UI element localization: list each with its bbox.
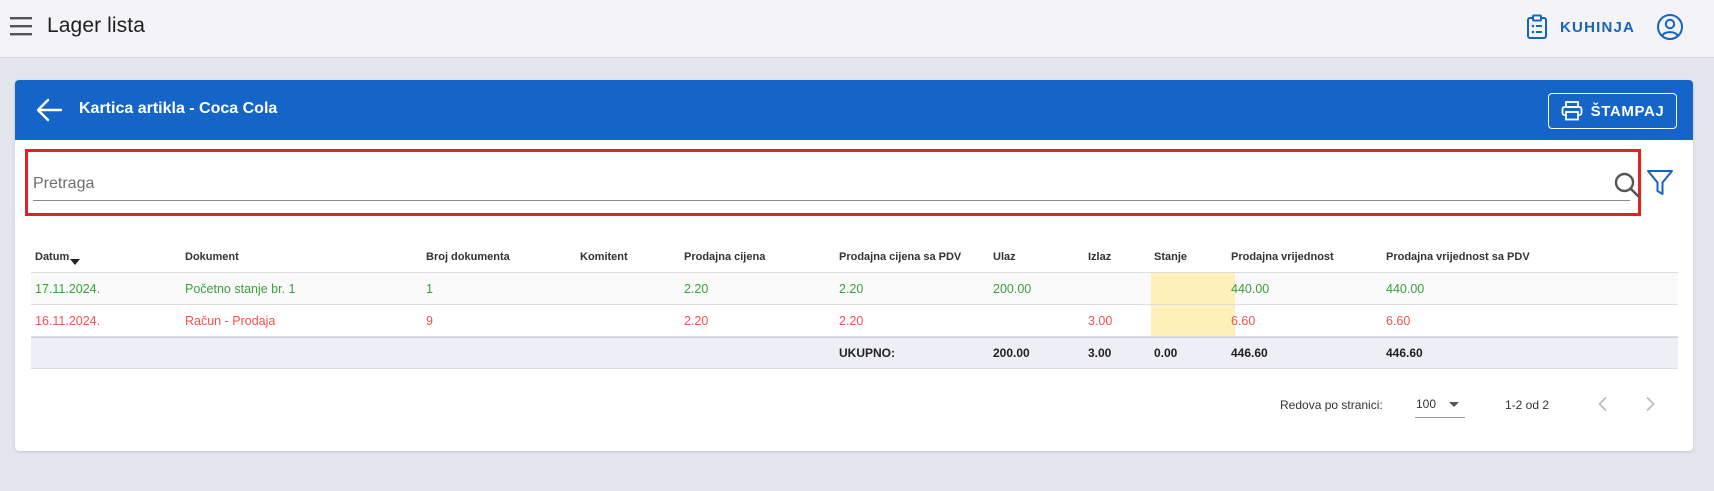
table-header-row: Datum Dokument Broj dokumenta Komitent P… bbox=[31, 241, 1678, 273]
rows-per-page-value: 100 bbox=[1416, 397, 1437, 411]
cell-vrijednost: 440.00 bbox=[1231, 281, 1270, 296]
cell-vrijednost-pdv: 440.00 bbox=[1386, 281, 1425, 296]
printer-icon bbox=[1561, 101, 1583, 121]
page-title: Lager lista bbox=[47, 14, 145, 37]
card-header: Kartica artikla - Coca Cola ŠTAMPAJ bbox=[15, 80, 1693, 140]
cell-broj: 1 bbox=[426, 281, 433, 296]
card-title: Kartica artikla - Coca Cola bbox=[79, 100, 278, 117]
total-izlaz: 3.00 bbox=[1088, 346, 1112, 360]
clipboard-icon bbox=[1527, 14, 1547, 39]
cell-cijena-pdv: 2.20 bbox=[839, 313, 864, 328]
total-stanje: 0.00 bbox=[1154, 346, 1178, 360]
cell-cijena-pdv: 2.20 bbox=[839, 281, 864, 296]
kitchen-button[interactable]: KUHINJA bbox=[1526, 12, 1635, 42]
col-header-prodajna-vrijednost[interactable]: Prodajna vrijednost bbox=[1231, 241, 1334, 272]
chevron-left-icon[interactable] bbox=[1593, 394, 1613, 414]
col-header-komitent[interactable]: Komitent bbox=[580, 241, 628, 272]
col-header-prodajna-vrijednost-pdv[interactable]: Prodajna vrijednost sa PDV bbox=[1386, 241, 1530, 272]
total-ulaz: 200.00 bbox=[993, 346, 1030, 360]
arrow-left-icon[interactable] bbox=[35, 97, 63, 123]
col-header-prodajna-cijena-pdv[interactable]: Prodajna cijena sa PDV bbox=[839, 241, 961, 272]
search-icon[interactable] bbox=[1613, 171, 1641, 199]
col-header-izlaz[interactable]: Izlaz bbox=[1088, 241, 1111, 272]
print-label: ŠTAMPAJ bbox=[1590, 102, 1665, 120]
col-header-broj-dokumenta[interactable]: Broj dokumenta bbox=[426, 241, 510, 272]
stanje-highlight bbox=[1151, 273, 1235, 304]
filter-icon[interactable] bbox=[1646, 168, 1674, 198]
cell-dokument: Račun - Prodaja bbox=[185, 313, 276, 328]
print-button[interactable]: ŠTAMPAJ bbox=[1548, 93, 1677, 129]
app-bar: Lager lista KUHINJA bbox=[0, 0, 1714, 58]
item-ledger-table: Datum Dokument Broj dokumenta Komitent P… bbox=[31, 241, 1678, 369]
cell-dokument: Početno stanje br. 1 bbox=[185, 281, 296, 296]
totals-label: UKUPNO: bbox=[839, 346, 895, 360]
table-row[interactable]: 16.11.2024. Račun - Prodaja 9 2.20 2.20 … bbox=[31, 305, 1678, 337]
chevron-down-icon bbox=[1449, 402, 1459, 407]
stanje-highlight bbox=[1151, 305, 1235, 336]
cell-cijena: 2.20 bbox=[684, 281, 709, 296]
chevron-right-icon[interactable] bbox=[1640, 394, 1660, 414]
col-header-datum[interactable]: Datum bbox=[35, 241, 81, 272]
pagination-range: 1-2 od 2 bbox=[1505, 398, 1550, 412]
sort-desc-icon bbox=[70, 259, 81, 265]
rows-per-page-select[interactable]: 100 bbox=[1415, 388, 1465, 418]
cell-izlaz: 3.00 bbox=[1088, 313, 1113, 328]
menu-icon[interactable] bbox=[10, 15, 34, 37]
cell-vrijednost: 6.60 bbox=[1231, 313, 1256, 328]
table-totals-row: UKUPNO: 200.00 3.00 0.00 446.60 446.60 bbox=[31, 337, 1678, 369]
cell-cijena: 2.20 bbox=[684, 313, 709, 328]
col-header-prodajna-cijena[interactable]: Prodajna cijena bbox=[684, 241, 765, 272]
cell-broj: 9 bbox=[426, 313, 433, 328]
account-circle-icon[interactable] bbox=[1656, 13, 1684, 41]
cell-datum: 16.11.2024. bbox=[35, 313, 101, 328]
search-input[interactable] bbox=[33, 167, 1630, 201]
total-vrijednost-pdv: 446.60 bbox=[1386, 346, 1423, 360]
item-card: Kartica artikla - Coca Cola ŠTAMPAJ Datu… bbox=[15, 80, 1693, 451]
rows-per-page-label: Redova po stranici: bbox=[1280, 398, 1383, 412]
col-header-stanje[interactable]: Stanje bbox=[1154, 241, 1187, 272]
kitchen-label: KUHINJA bbox=[1560, 18, 1636, 36]
search-highlight-box bbox=[25, 149, 1641, 216]
col-header-ulaz[interactable]: Ulaz bbox=[993, 241, 1016, 272]
cell-vrijednost-pdv: 6.60 bbox=[1386, 313, 1411, 328]
col-header-dokument[interactable]: Dokument bbox=[185, 241, 239, 272]
total-vrijednost: 446.60 bbox=[1231, 346, 1268, 360]
cell-datum: 17.11.2024. bbox=[35, 281, 101, 296]
cell-ulaz: 200.00 bbox=[993, 281, 1032, 296]
table-row[interactable]: 17.11.2024. Početno stanje br. 1 1 2.20 … bbox=[31, 273, 1678, 305]
